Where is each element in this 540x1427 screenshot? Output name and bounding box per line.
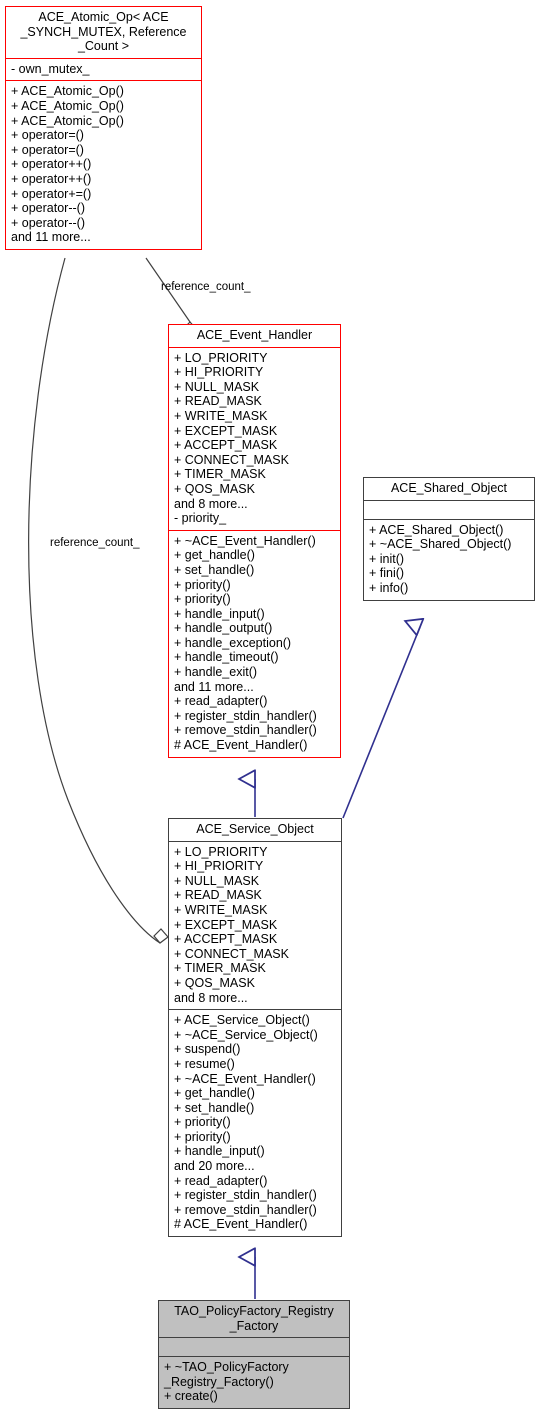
class-member-row: + operator--() <box>11 215 85 230</box>
class-attributes-tao-policyfactory-registry-factory <box>159 1337 349 1356</box>
class-member-row: + read_adapter() <box>174 1173 268 1188</box>
class-member-row: + ACE_Atomic_Op() <box>11 113 124 128</box>
class-attributes-ace-atomic-op: - own_mutex_ <box>6 57 201 81</box>
class-member-row: + ACE_Atomic_Op() <box>11 98 124 113</box>
class-member-row: + operator=() <box>11 128 84 143</box>
class-member-row: + WRITE_MASK <box>174 408 268 423</box>
class-member-row: + ACE_Shared_Object() <box>369 522 504 537</box>
class-member-row: + ACCEPT_MASK <box>174 932 278 947</box>
edge-label-reference-count-serviceobject: reference_count_ <box>50 537 140 549</box>
class-member-row: + ~TAO_PolicyFactory <box>164 1360 289 1375</box>
class-member-row: + priority() <box>174 1129 231 1144</box>
class-member-row: + operator--() <box>11 201 85 216</box>
class-box-ace-event-handler[interactable]: ACE_Event_Handler + LO_PRIORITY + HI_PRIO… <box>168 324 341 758</box>
class-member-row: and 8 more... <box>174 496 248 511</box>
class-member-row: + register_stdin_handler() <box>174 1188 317 1203</box>
class-member-row: + set_handle() <box>174 562 255 577</box>
class-member-row: + NULL_MASK <box>174 379 260 394</box>
class-member-row: + ACCEPT_MASK <box>174 438 278 453</box>
class-member-row: + TIMER_MASK <box>174 961 266 976</box>
class-member-row: + read_adapter() <box>174 694 268 709</box>
class-member-row: and 11 more... <box>11 230 91 245</box>
class-member-row: and 8 more... <box>174 990 248 1005</box>
class-member-row: # ACE_Event_Handler() <box>174 1217 308 1232</box>
class-title-ace-event-handler: ACE_Event_Handler <box>196 328 313 342</box>
edge-label-reference-count-eventhandler: reference_count_ <box>161 281 251 293</box>
class-title-ace-atomic-op: ACE_Atomic_Op< ACE _SYNCH_MUTEX, Referen… <box>20 10 187 54</box>
class-member-row: + handle_exception() <box>174 635 292 650</box>
uml-diagram-canvas: reference_count_ reference_count_ ACE_At… <box>0 0 540 1427</box>
class-member-row: + HI_PRIORITY <box>174 859 264 874</box>
class-member-row: + suspend() <box>174 1042 241 1057</box>
class-member-row: + priority() <box>174 592 231 607</box>
class-member-row: + HI_PRIORITY <box>174 365 264 380</box>
class-member-row: + operator++() <box>11 157 92 172</box>
class-operations-tao-policyfactory-registry-factory: + ~TAO_PolicyFactory _Registry_Factory() +… <box>159 1356 349 1408</box>
class-member-row: + READ_MASK <box>174 888 262 903</box>
class-member-row: + operator=() <box>11 142 84 157</box>
class-member-row: - own_mutex_ <box>11 61 90 76</box>
class-operations-ace-event-handler: + ~ACE_Event_Handler() + get_handle() + se… <box>169 529 340 757</box>
class-operations-ace-shared-object: + ACE_Shared_Object() + ~ACE_Shared_Objec… <box>364 518 534 600</box>
class-box-ace-shared-object[interactable]: ACE_Shared_Object + ACE_Shared_Object() +… <box>363 477 535 601</box>
class-member-row: + remove_stdin_handler() <box>174 723 317 738</box>
class-member-row: + priority() <box>174 1115 231 1130</box>
class-member-row: + handle_exit() <box>174 665 258 680</box>
class-member-row: - priority_ <box>174 511 227 526</box>
inheritance-serviceobject-sharedobject <box>342 627 420 819</box>
class-member-row: + READ_MASK <box>174 394 262 409</box>
class-member-row: + CONNECT_MASK <box>174 946 289 961</box>
class-member-row: + NULL_MASK <box>174 873 260 888</box>
class-member-row: + ACE_Atomic_Op() <box>11 84 124 99</box>
class-box-ace-atomic-op[interactable]: ACE_Atomic_Op< ACE _SYNCH_MUTEX, Referen… <box>5 6 202 250</box>
class-member-row: + info() <box>369 580 409 595</box>
class-member-row: + remove_stdin_handler() <box>174 1202 317 1217</box>
class-title-tao-policyfactory-registry-factory: TAO_PolicyFactory_Registry _Factory <box>174 1304 334 1333</box>
class-member-row: + operator+=() <box>11 186 92 201</box>
class-member-row: + priority() <box>174 577 231 592</box>
class-member-row: + get_handle() <box>174 548 255 563</box>
class-title-ace-shared-object: ACE_Shared_Object <box>390 481 508 495</box>
class-member-row: + fini() <box>369 566 405 581</box>
class-member-row: + QOS_MASK <box>174 975 255 990</box>
class-member-row: + LO_PRIORITY <box>174 844 268 859</box>
class-member-row: + ~ACE_Event_Handler() <box>174 1071 316 1086</box>
class-member-row: + EXCEPT_MASK <box>174 423 278 438</box>
class-member-row: + init() <box>369 551 405 566</box>
class-member-row: and 20 more... <box>174 1159 255 1174</box>
class-member-row: + operator++() <box>11 171 92 186</box>
class-member-row: + handle_input() <box>174 1144 265 1159</box>
class-member-row: + ~ACE_Service_Object() <box>174 1027 318 1042</box>
class-attributes-ace-shared-object <box>364 499 534 519</box>
association-atomicop-serviceobject <box>28 257 169 944</box>
class-member-row: + register_stdin_handler() <box>174 708 317 723</box>
class-member-row: + handle_timeout() <box>174 650 279 665</box>
class-operations-ace-service-object: + ACE_Service_Object() + ~ACE_Service_Obj… <box>169 1009 341 1236</box>
class-box-tao-policyfactory-registry-factory[interactable]: TAO_PolicyFactory_Registry _Factory + ~T… <box>158 1300 350 1409</box>
class-member-row: + CONNECT_MASK <box>174 452 289 467</box>
class-member-row: + EXCEPT_MASK <box>174 917 278 932</box>
class-title-ace-service-object: ACE_Service_Object <box>196 822 314 836</box>
class-member-row: _Registry_Factory() <box>164 1374 274 1389</box>
class-member-row: + create() <box>164 1389 218 1404</box>
class-attributes-ace-service-object: + LO_PRIORITY + HI_PRIORITY + NULL_MASK + R… <box>169 840 341 1010</box>
class-operations-ace-atomic-op: + ACE_Atomic_Op() + ACE_Atomic_Op() + ACE_… <box>6 80 201 249</box>
class-attributes-ace-event-handler: + LO_PRIORITY + HI_PRIORITY + NULL_MASK + R… <box>169 346 340 530</box>
class-member-row: + ~ACE_Event_Handler() <box>174 533 316 548</box>
class-member-row: and 11 more... <box>174 679 254 694</box>
class-member-row: + set_handle() <box>174 1100 255 1115</box>
class-member-row: + TIMER_MASK <box>174 467 266 482</box>
class-member-row: + handle_input() <box>174 606 265 621</box>
class-member-row: + get_handle() <box>174 1086 255 1101</box>
class-member-row: + handle_output() <box>174 621 273 636</box>
class-member-row: + WRITE_MASK <box>174 902 268 917</box>
class-member-row: # ACE_Event_Handler() <box>174 738 308 753</box>
class-member-row: + ~ACE_Shared_Object() <box>369 537 512 552</box>
class-member-row: + QOS_MASK <box>174 481 255 496</box>
class-member-row: + resume() <box>174 1056 235 1071</box>
class-box-ace-service-object[interactable]: ACE_Service_Object + LO_PRIORITY + HI_PRI… <box>168 818 342 1238</box>
class-member-row: + ACE_Service_Object() <box>174 1013 310 1028</box>
class-member-row: + LO_PRIORITY <box>174 350 268 365</box>
